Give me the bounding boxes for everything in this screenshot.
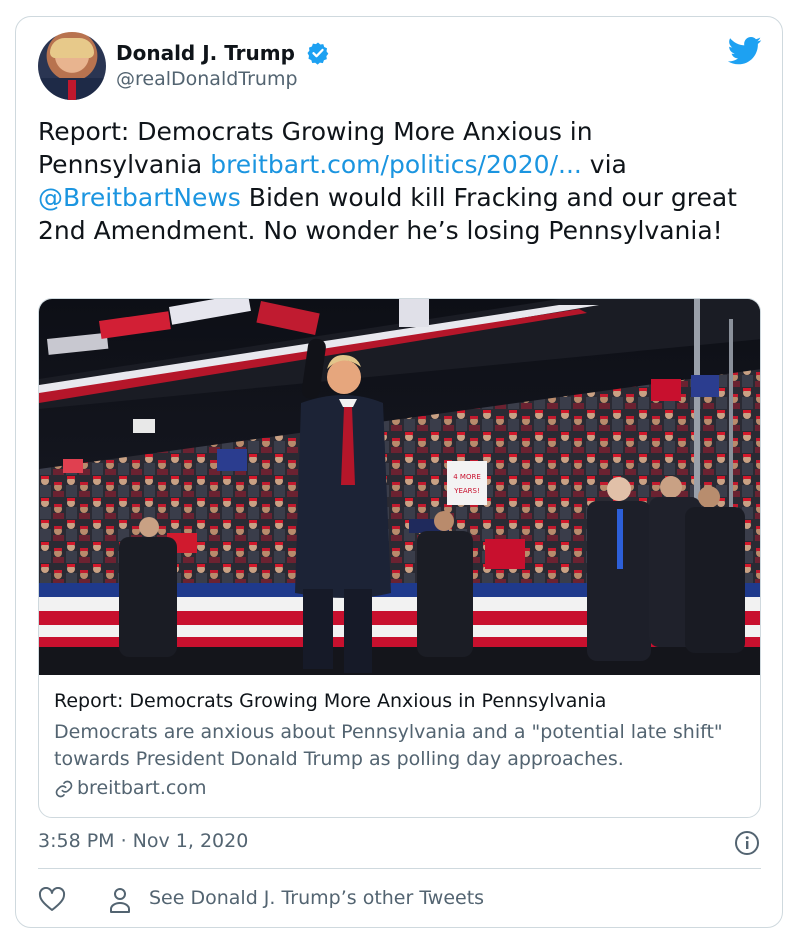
avatar-tie: [68, 80, 76, 100]
link-icon: [55, 780, 73, 798]
footer-divider: [38, 868, 761, 869]
author-avatar[interactable]: [38, 32, 106, 100]
card-domain[interactable]: breitbart.com: [77, 777, 206, 799]
mention-link[interactable]: @BreitbartNews: [38, 183, 241, 212]
link-preview-card[interactable]: 4 MORE YEARS! Report: Democrats Growing …: [38, 298, 761, 818]
tweet-text-part: via: [581, 150, 627, 179]
see-other-tweets-link[interactable]: See Donald J. Trump’s other Tweets: [149, 887, 484, 909]
card-title[interactable]: Report: Democrats Growing More Anxious i…: [54, 690, 606, 712]
tweet-card: Donald J. Trump @realDonaldTrump Report:…: [15, 16, 783, 928]
author-name[interactable]: Donald J. Trump: [116, 41, 295, 65]
rally-photo[interactable]: 4 MORE YEARS!: [39, 299, 761, 675]
tweet-link[interactable]: breitbart.com/politics/2020/...: [210, 150, 582, 179]
twitter-bird-icon[interactable]: [728, 37, 762, 65]
avatar-hair: [50, 38, 94, 58]
tweet-timestamp[interactable]: 3:58 PM · Nov 1, 2020: [38, 830, 248, 852]
svg-text:YEARS!: YEARS!: [453, 487, 480, 495]
heart-icon[interactable]: [38, 887, 66, 913]
author-handle[interactable]: @realDonaldTrump: [116, 68, 298, 90]
tweet-text: Report: Democrats Growing More Anxious i…: [38, 115, 758, 247]
svg-text:4 MORE: 4 MORE: [453, 473, 481, 481]
card-description: Democrats are anxious about Pennsylvania…: [54, 721, 723, 770]
verified-badge-icon: [307, 42, 329, 65]
person-icon[interactable]: [108, 886, 132, 914]
info-icon[interactable]: [734, 830, 760, 856]
